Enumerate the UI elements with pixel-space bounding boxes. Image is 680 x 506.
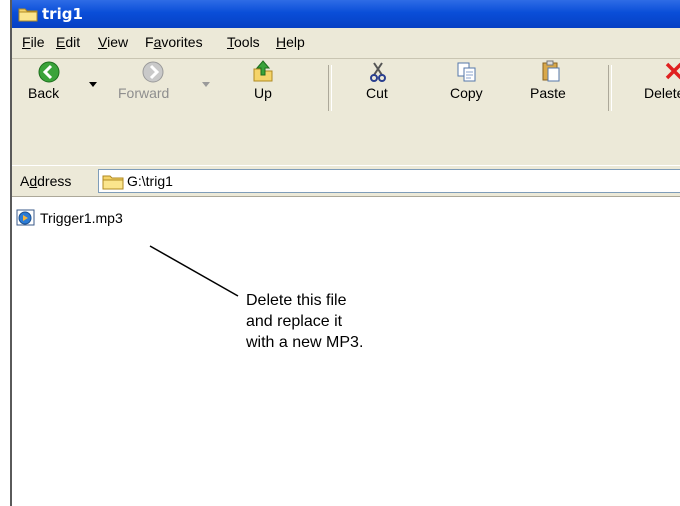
back-dropdown-icon[interactable]: [89, 82, 98, 88]
menu-tools[interactable]: Tools: [227, 34, 260, 50]
media-file-icon: [16, 209, 35, 226]
menu-view[interactable]: View: [98, 34, 128, 50]
annotation-callout: Delete this file and replace it with a n…: [246, 290, 363, 353]
menu-edit[interactable]: Edit: [56, 34, 80, 50]
file-item[interactable]: Trigger1.mp3: [16, 209, 123, 231]
title-bar[interactable]: trig1: [12, 0, 680, 28]
cut-button[interactable]: Cut: [358, 59, 398, 109]
folder-icon: [102, 175, 124, 190]
forward-button[interactable]: Forward: [108, 59, 188, 109]
explorer-window: trig1 File Edit View Favorites Tools Hel…: [10, 0, 680, 506]
copy-icon: [457, 62, 476, 82]
copy-button[interactable]: Copy: [444, 59, 492, 109]
address-label: Address: [20, 173, 72, 189]
folder-icon: [18, 8, 38, 22]
address-input[interactable]: G:\trig1: [98, 169, 680, 193]
file-name: Trigger1.mp3: [40, 210, 123, 226]
delete-x-icon: [665, 62, 680, 80]
menu-favorites[interactable]: Favorites: [145, 34, 203, 50]
menu-file-rest: ile: [30, 34, 45, 50]
annotation-line: with a new MP3.: [246, 334, 364, 351]
cut-label: Cut: [366, 85, 388, 101]
window-title: trig1: [42, 5, 83, 23]
forward-arrow-icon: [142, 61, 164, 83]
up-folder-icon: [253, 60, 273, 82]
annotation-line: Delete this file: [246, 292, 347, 309]
menu-bar: File Edit View Favorites Tools Help: [12, 28, 680, 59]
forward-label: Forward: [118, 85, 170, 101]
menu-file[interactable]: File: [22, 34, 45, 50]
address-bar: Address G:\trig1: [12, 166, 680, 197]
annotation-line: and replace it: [246, 313, 343, 330]
delete-button[interactable]: Delete: [620, 59, 680, 109]
back-button[interactable]: Back: [16, 59, 76, 109]
address-value: G:\trig1: [127, 173, 173, 189]
clipboard-icon: [542, 60, 560, 82]
back-arrow-icon: [38, 61, 60, 83]
up-label: Up: [254, 85, 272, 101]
delete-label: Delete: [644, 85, 680, 101]
toolbar-separator: [608, 65, 612, 111]
paste-button[interactable]: Paste: [524, 59, 578, 109]
scissors-icon: [370, 62, 386, 82]
copy-label: Copy: [450, 85, 483, 101]
menu-help[interactable]: Help: [276, 34, 305, 50]
paste-label: Paste: [530, 85, 566, 101]
forward-dropdown-icon[interactable]: [202, 82, 211, 88]
up-button[interactable]: Up: [240, 59, 284, 109]
toolbar-separator: [328, 65, 332, 111]
toolbar: Back Forward Up Cut Copy Paste Delet: [12, 59, 680, 165]
back-label: Back: [28, 85, 60, 101]
